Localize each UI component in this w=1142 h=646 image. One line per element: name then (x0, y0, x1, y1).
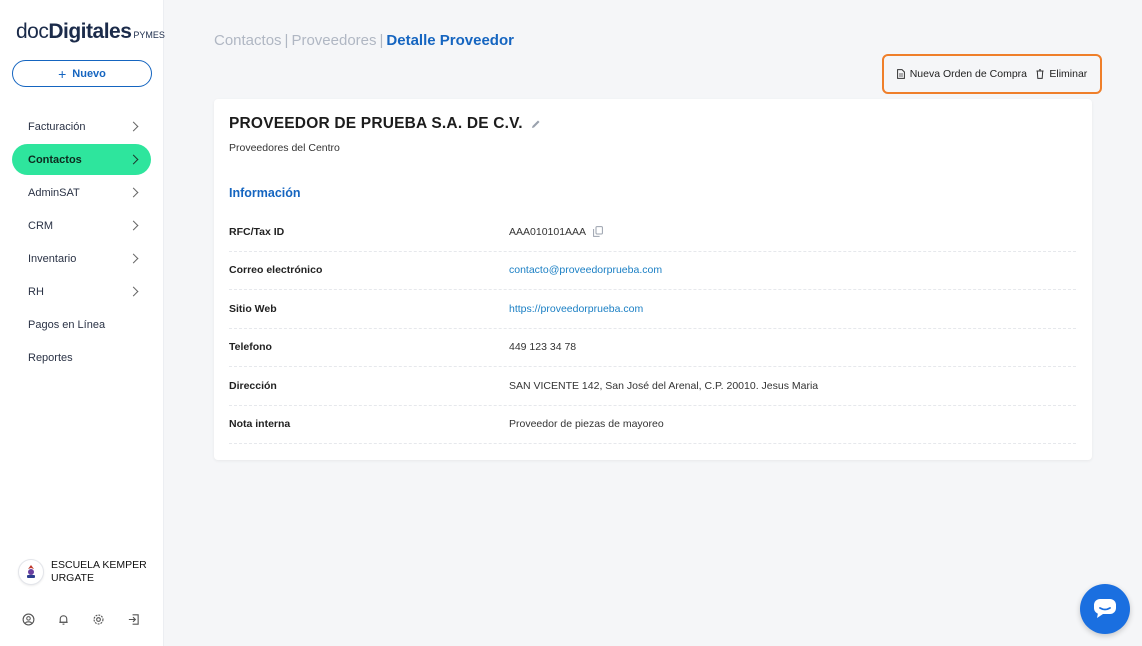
organization-switcher[interactable]: ESCUELA KEMPER URGATE (18, 559, 151, 585)
rfc-value: AAA010101AAA (509, 225, 587, 238)
breadcrumb: Contactos | Proveedores | Detalle Proveedor (214, 32, 514, 49)
chevron-right-icon (128, 154, 139, 165)
new-purchase-order-label: Nueva Orden de Compra (909, 68, 1027, 80)
sidebar-item-label: Facturación (28, 120, 86, 133)
logo-digitales: Digitales (48, 20, 132, 43)
breadcrumb-current: Detalle Proveedor (386, 32, 514, 49)
action-toolbar: Nueva Orden de Compra Eliminar (882, 54, 1102, 94)
internal-note-value: Proveedor de piezas de mayoreo (509, 418, 664, 431)
provider-title-row: PROVEEDOR DE PRUEBA S.A. DE C.V. (229, 115, 541, 133)
provider-name: PROVEEDOR DE PRUEBA S.A. DE C.V. (229, 115, 523, 132)
info-label: Telefono (229, 341, 272, 354)
info-label: Nota interna (229, 418, 291, 431)
sidebar-item-label: RH (28, 285, 44, 298)
logo-doc: doc (16, 20, 49, 43)
sidebar-item-label: Reportes (28, 351, 73, 364)
sidebar-item-label: Inventario (28, 252, 77, 265)
org-name: ESCUELA KEMPER URGATE (51, 559, 147, 584)
info-row-email: Correo electrónico contacto@proveedorpru… (229, 252, 1076, 290)
plus-icon: + (58, 65, 67, 82)
info-row-address: Dirección SAN VICENTE 142, San José del … (229, 367, 1076, 406)
sidebar: doc Digitales PYMES + Nuevo Facturación Co… (0, 0, 165, 646)
copy-icon[interactable] (593, 226, 603, 238)
document-icon (896, 69, 905, 79)
chevron-right-icon (128, 286, 139, 297)
website-link[interactable]: https://proveedorprueba.com (509, 303, 643, 315)
chevron-right-icon (128, 121, 139, 132)
delete-button[interactable]: Eliminar (1036, 68, 1087, 80)
info-row-rfc: RFC/Tax ID AAA010101AAA (229, 213, 1076, 252)
breadcrumb-separator: | (379, 32, 384, 49)
sidebar-item-contactos[interactable]: Contactos (12, 144, 151, 175)
pencil-icon[interactable] (531, 119, 541, 129)
breadcrumb-contactos[interactable]: Contactos (214, 32, 282, 49)
delete-label: Eliminar (1049, 68, 1088, 80)
section-title-informacion: Información (229, 186, 301, 200)
new-button[interactable]: + Nuevo (12, 60, 152, 87)
sidebar-item-adminsat[interactable]: AdminSAT (12, 177, 151, 208)
org-avatar (18, 559, 44, 585)
sidebar-item-inventario[interactable]: Inventario (12, 243, 151, 274)
logout-icon[interactable] (127, 612, 162, 626)
info-value: AAA010101AAA (509, 226, 603, 238)
chat-support-button[interactable] (1080, 584, 1130, 634)
brand-logo[interactable]: doc Digitales PYMES (16, 20, 165, 44)
trash-icon (1036, 69, 1044, 79)
phone-value: 449 123 34 78 (509, 341, 577, 354)
sidebar-item-label: CRM (28, 219, 54, 232)
new-purchase-order-button[interactable]: Nueva Orden de Compra (896, 68, 1027, 80)
breadcrumb-proveedores[interactable]: Proveedores (291, 32, 376, 49)
info-table: RFC/Tax ID AAA010101AAA Correo electróni… (229, 213, 1076, 444)
info-label: Dirección (229, 379, 277, 392)
info-row-phone: Telefono 449 123 34 78 (229, 329, 1076, 367)
chevron-right-icon (128, 220, 139, 231)
info-row-website: Sitio Web https://proveedorprueba.com (229, 290, 1076, 329)
sidebar-item-facturacion[interactable]: Facturación (12, 111, 151, 142)
sidebar-item-crm[interactable]: CRM (12, 210, 151, 241)
email-link[interactable]: contacto@proveedorprueba.com (509, 264, 662, 276)
chevron-right-icon (128, 187, 139, 198)
bell-icon[interactable] (57, 612, 92, 626)
breadcrumb-separator: | (284, 32, 289, 49)
chat-bubble-icon (1094, 599, 1116, 618)
logo-pymes: PYMES (133, 30, 165, 40)
sidebar-item-label: Pagos en Línea (28, 318, 106, 331)
sidebar-nav: Facturación Contactos AdminSAT CRM Inven… (12, 111, 151, 375)
info-label: RFC/Tax ID (229, 225, 285, 238)
user-icon[interactable] (22, 612, 57, 626)
info-label: Correo electrónico (229, 264, 323, 277)
sidebar-item-label: AdminSAT (28, 186, 80, 199)
sidebar-item-rh[interactable]: RH (12, 276, 151, 307)
sidebar-item-pagos-en-linea[interactable]: Pagos en Línea (12, 309, 151, 340)
sidebar-item-reportes[interactable]: Reportes (12, 342, 151, 373)
address-value: SAN VICENTE 142, San José del Arenal, C.… (509, 379, 819, 392)
info-row-internal-note: Nota interna Proveedor de piezas de mayo… (229, 406, 1076, 444)
new-button-label: Nuevo (72, 67, 106, 80)
chevron-right-icon (128, 253, 139, 264)
sidebar-footer-icons (22, 612, 162, 626)
provider-group: Proveedores del Centro (229, 142, 340, 154)
sidebar-item-label: Contactos (28, 153, 82, 166)
provider-detail-card: PROVEEDOR DE PRUEBA S.A. DE C.V. Proveed… (214, 99, 1092, 460)
info-label: Sitio Web (229, 302, 277, 315)
org-logo-icon (27, 565, 35, 578)
gear-icon[interactable] (92, 612, 127, 626)
